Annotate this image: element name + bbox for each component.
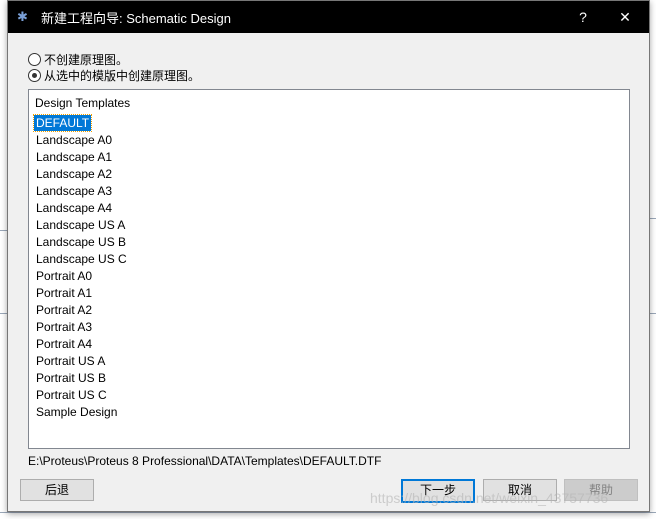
radio-selected-icon[interactable] bbox=[28, 69, 41, 82]
list-item[interactable]: DEFAULT bbox=[32, 114, 93, 132]
design-templates-list[interactable]: Design Templates DEFAULT Landscape A0 Land… bbox=[28, 89, 630, 449]
window-title: 新建工程向导: Schematic Design bbox=[41, 10, 231, 26]
list-item[interactable]: Portrait A2 bbox=[34, 302, 94, 318]
title-bar: ✱ 新建工程向导: Schematic Design ? ✕ bbox=[8, 1, 649, 33]
close-button[interactable]: ✕ bbox=[605, 1, 645, 33]
list-item[interactable]: Landscape US C bbox=[34, 251, 129, 267]
list-item[interactable]: Portrait A3 bbox=[34, 319, 94, 335]
list-item[interactable]: Portrait A1 bbox=[34, 285, 94, 301]
radio-from-template[interactable]: 从选中的模版中创建原理图。 bbox=[28, 67, 200, 84]
radio-label: 从选中的模版中创建原理图。 bbox=[44, 69, 201, 83]
radio-no-schematic[interactable]: 不创建原理图。 bbox=[28, 51, 128, 68]
list-item[interactable]: Landscape A2 bbox=[34, 166, 114, 182]
new-project-wizard-dialog: ✱ 新建工程向导: Schematic Design ? ✕ 不创建原理图。 从… bbox=[7, 0, 650, 512]
list-header: Design Templates bbox=[35, 96, 131, 110]
watermark: https://blog.csdn.net/weixin_43757736 bbox=[370, 490, 609, 506]
list-item[interactable]: Sample Design bbox=[34, 404, 119, 420]
bg-divider bbox=[0, 313, 7, 314]
list-item[interactable]: Landscape US A bbox=[34, 217, 127, 233]
bg-divider bbox=[0, 512, 656, 513]
list-item[interactable]: Landscape A1 bbox=[34, 149, 114, 165]
list-item[interactable]: Portrait A0 bbox=[34, 268, 94, 284]
list-item[interactable]: Landscape A0 bbox=[34, 132, 114, 148]
radio-icon[interactable] bbox=[28, 53, 41, 66]
list-item[interactable]: Landscape A3 bbox=[34, 183, 114, 199]
list-item[interactable]: Portrait US B bbox=[34, 370, 108, 386]
list-item[interactable]: Landscape A4 bbox=[34, 200, 114, 216]
list-item[interactable]: Portrait A4 bbox=[34, 336, 94, 352]
back-button[interactable]: 后退 bbox=[20, 479, 94, 501]
bg-divider bbox=[0, 230, 7, 231]
help-title-button[interactable]: ? bbox=[563, 1, 603, 33]
proteus-icon: ✱ bbox=[17, 9, 28, 24]
list-item[interactable]: Landscape US B bbox=[34, 234, 128, 250]
template-path: E:\Proteus\Proteus 8 Professional\DATA\T… bbox=[28, 454, 382, 468]
list-item[interactable]: Portrait US C bbox=[34, 387, 109, 403]
list-item[interactable]: Portrait US A bbox=[34, 353, 107, 369]
radio-label: 不创建原理图。 bbox=[44, 53, 129, 67]
